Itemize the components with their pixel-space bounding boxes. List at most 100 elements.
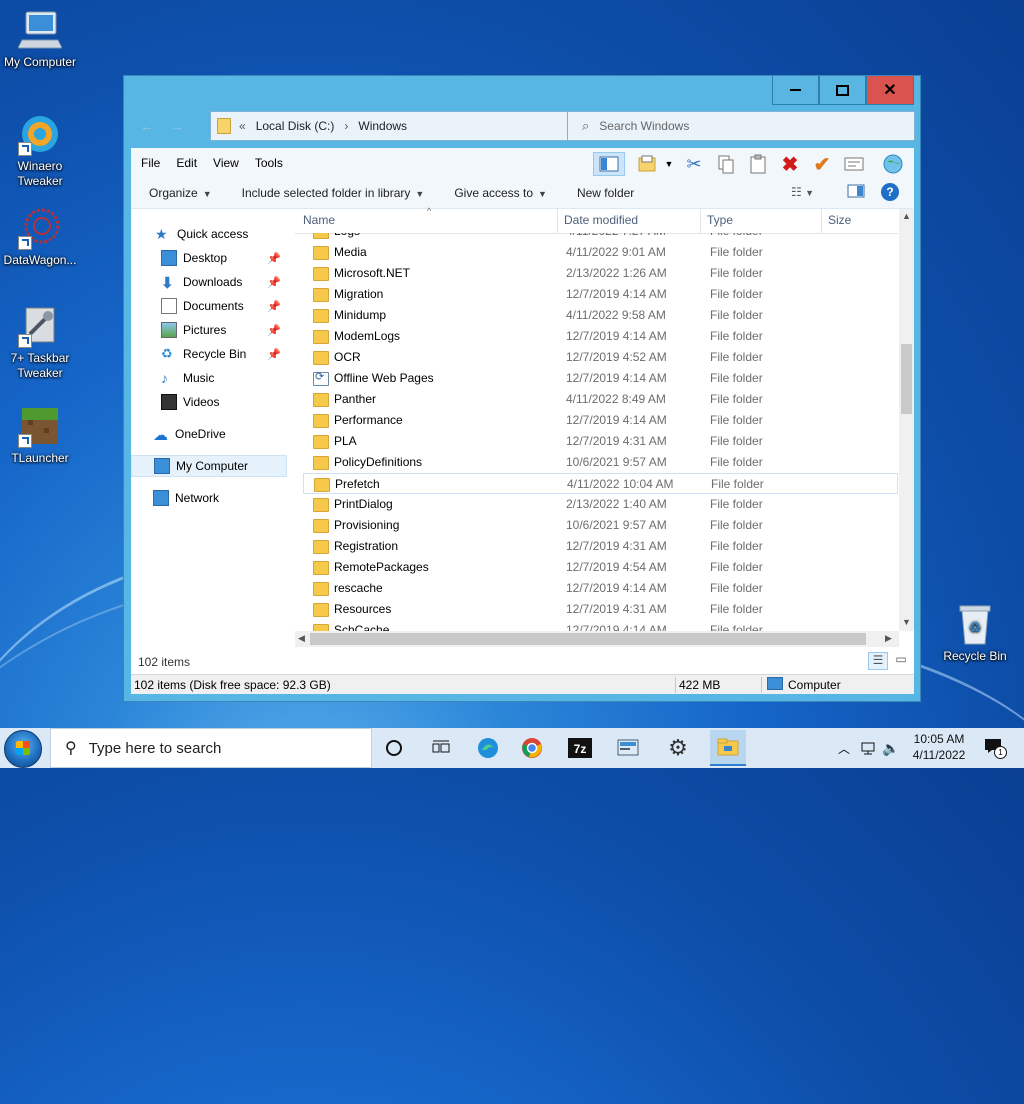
task-view-icon[interactable] — [425, 732, 457, 764]
taskbar-search-box[interactable]: ⚲ Type here to search — [50, 728, 372, 768]
pin-icon[interactable]: 📌 — [267, 324, 281, 337]
show-hidden-icons-chevron-icon[interactable]: ︿ — [838, 728, 850, 768]
column-type[interactable]: Type — [707, 213, 733, 227]
file-row[interactable]: Minidump 4/11/2022 9:58 AM File folder — [303, 305, 898, 326]
file-row[interactable]: PrintDialog 2/13/2022 1:40 AM File folder — [303, 494, 898, 515]
menu-view[interactable]: View — [213, 156, 239, 170]
column-size[interactable]: Size — [828, 213, 851, 227]
preview-pane-toggle-icon[interactable] — [593, 152, 625, 176]
help-icon[interactable]: ? — [881, 183, 899, 201]
file-row[interactable]: Provisioning 10/6/2021 9:57 AM File folder — [303, 515, 898, 536]
delete-icon[interactable]: ✖ — [777, 152, 803, 176]
nav-quick-access[interactable]: ★ Quick access — [155, 223, 311, 245]
horizontal-scrollbar[interactable]: ◀ ▶ — [295, 631, 899, 647]
start-button[interactable] — [4, 730, 42, 768]
scroll-left-arrow-icon[interactable]: ◀ — [298, 633, 305, 644]
menu-edit[interactable]: Edit — [176, 156, 197, 170]
folder-options-icon[interactable] — [633, 152, 661, 176]
column-date-modified[interactable]: Date modified — [564, 213, 638, 227]
taskbar-clock[interactable]: 10:05 AM 4/11/2022 — [900, 731, 978, 763]
7zip-icon[interactable]: 7z — [564, 732, 596, 764]
include-in-library-button[interactable]: Include selected folder in library ▼ — [242, 186, 425, 200]
edge-browser-icon[interactable] — [472, 732, 504, 764]
view-options-icon[interactable]: ☷ ▼ — [791, 185, 814, 199]
menu-tools[interactable]: Tools — [255, 156, 283, 170]
scroll-up-arrow-icon[interactable]: ▲ — [902, 211, 911, 221]
column-divider[interactable] — [821, 209, 822, 233]
breadcrumb-windows[interactable]: Windows — [358, 119, 407, 133]
folder-options-dropdown-icon[interactable]: ▼ — [663, 152, 675, 176]
chrome-icon[interactable] — [516, 732, 548, 764]
file-row[interactable]: rescache 12/7/2019 4:14 AM File folder — [303, 578, 898, 599]
cut-icon[interactable]: ✂ — [681, 152, 707, 176]
settings-gear-icon[interactable]: ⚙ — [662, 732, 694, 764]
file-explorer-taskbar-icon[interactable] — [710, 730, 746, 766]
file-row[interactable]: OCR 12/7/2019 4:52 AM File folder — [303, 347, 898, 368]
control-panel-icon[interactable] — [612, 732, 644, 764]
nav-onedrive[interactable]: ☁ OneDrive — [153, 423, 287, 445]
scroll-down-arrow-icon[interactable]: ▼ — [902, 617, 911, 627]
file-row[interactable]: Registration 12/7/2019 4:31 AM File folder — [303, 536, 898, 557]
file-row[interactable]: PolicyDefinitions 10/6/2021 9:57 AM File f… — [303, 452, 898, 473]
file-row[interactable]: SchCache 12/7/2019 4:14 AM File folder — [303, 620, 898, 631]
desktop-icon-winaero[interactable]: Winaero Tweaker — [0, 112, 80, 189]
file-row[interactable]: Logs 4/11/2022 7:27 AM File folder — [303, 233, 898, 242]
new-folder-button[interactable]: New folder — [577, 186, 634, 200]
file-row[interactable]: Prefetch 4/11/2022 10:04 AM File folder — [303, 473, 898, 494]
file-row[interactable]: Performance 12/7/2019 4:14 AM File folder — [303, 410, 898, 431]
breadcrumb-separator-icon[interactable]: › — [344, 119, 348, 133]
preview-pane-icon[interactable] — [847, 184, 865, 201]
large-icons-view-icon[interactable]: ▭ — [892, 652, 910, 670]
file-row[interactable]: Migration 12/7/2019 4:14 AM File folder — [303, 284, 898, 305]
scroll-right-arrow-icon[interactable]: ▶ — [885, 633, 892, 644]
vertical-scrollbar[interactable]: ▲ ▼ — [899, 209, 914, 631]
column-divider[interactable] — [700, 209, 701, 233]
file-row[interactable]: PLA 12/7/2019 4:31 AM File folder — [303, 431, 898, 452]
pin-icon[interactable]: 📌 — [267, 348, 281, 361]
file-row[interactable]: Panther 4/11/2022 8:49 AM File folder — [303, 389, 898, 410]
vertical-scroll-thumb[interactable] — [901, 344, 912, 414]
desktop-icon-datawagon[interactable]: DataWagon... — [0, 206, 80, 268]
pin-icon[interactable]: 📌 — [267, 300, 281, 313]
desktop-icon-tlauncher[interactable]: TLauncher — [0, 404, 80, 466]
nav-my-computer[interactable]: My Computer — [131, 455, 287, 477]
horizontal-scroll-thumb[interactable] — [310, 633, 866, 645]
nav-documents[interactable]: Documents 📌 — [161, 295, 287, 317]
globe-icon[interactable] — [879, 152, 907, 176]
file-row[interactable]: Resources 12/7/2019 4:31 AM File folder — [303, 599, 898, 620]
nav-desktop[interactable]: Desktop 📌 — [161, 247, 287, 269]
pin-icon[interactable]: 📌 — [267, 252, 281, 265]
column-divider[interactable] — [557, 209, 558, 233]
desktop-icon-my-computer[interactable]: My Computer — [0, 8, 80, 70]
details-view-icon[interactable]: ☰ — [868, 652, 888, 670]
volume-icon[interactable]: 🔈 — [882, 728, 899, 768]
search-box[interactable]: ⌕ Search Windows — [567, 111, 915, 141]
paste-icon[interactable] — [745, 152, 771, 176]
forward-button[interactable]: → — [170, 118, 184, 134]
nav-pictures[interactable]: Pictures 📌 — [161, 319, 287, 341]
notifications-icon[interactable]: 1 — [984, 738, 1007, 759]
nav-music[interactable]: ♪ Music — [161, 367, 287, 389]
pin-icon[interactable]: 📌 — [267, 276, 281, 289]
nav-network[interactable]: Network — [153, 487, 287, 509]
file-row[interactable]: Offline Web Pages 12/7/2019 4:14 AM File f… — [303, 368, 898, 389]
checkmark-icon[interactable]: ✔ — [809, 152, 835, 176]
breadcrumb-local-disk[interactable]: Local Disk (C:) — [256, 119, 335, 133]
file-row[interactable]: Microsoft.NET 2/13/2022 1:26 AM File folde… — [303, 263, 898, 284]
close-button[interactable]: ✕ — [866, 76, 914, 105]
give-access-button[interactable]: Give access to ▼ — [454, 186, 547, 200]
minimize-button[interactable] — [772, 76, 819, 105]
file-row[interactable]: Media 4/11/2022 9:01 AM File folder — [303, 242, 898, 263]
network-status-icon[interactable] — [860, 728, 878, 768]
menu-file[interactable]: File — [141, 156, 160, 170]
nav-downloads[interactable]: ⬇ Downloads 📌 — [161, 271, 287, 293]
properties-icon[interactable] — [841, 152, 867, 176]
file-row[interactable]: RemotePackages 12/7/2019 4:54 AM File fold… — [303, 557, 898, 578]
desktop-icon-taskbar-tweaker[interactable]: 7+ Taskbar Tweaker — [0, 304, 80, 381]
back-button[interactable]: ← — [140, 118, 154, 134]
maximize-button[interactable] — [819, 76, 866, 105]
address-overflow[interactable]: « — [239, 119, 246, 133]
file-row[interactable]: ModemLogs 12/7/2019 4:14 AM File folder — [303, 326, 898, 347]
organize-button[interactable]: Organize ▼ — [149, 186, 212, 200]
nav-videos[interactable]: Videos — [161, 391, 287, 413]
